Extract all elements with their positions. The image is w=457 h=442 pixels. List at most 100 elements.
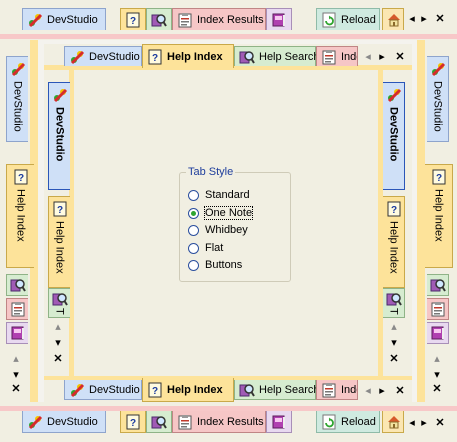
bottom-tab-home[interactable] [382, 411, 404, 433]
scroll-right-button[interactable]: ▸ [418, 12, 430, 25]
right-strip-accent [417, 40, 425, 402]
scroll-left-button[interactable]: ◂ [406, 12, 418, 25]
scroll-up-button[interactable]: ▴ [431, 352, 443, 365]
left-tab-results[interactable] [6, 298, 28, 320]
inner-tab-devstudio[interactable]: DevStudio [64, 46, 142, 66]
radio-button[interactable] [188, 259, 199, 271]
close-button[interactable]: ✕ [434, 12, 446, 25]
radio-one-note[interactable]: One Note [188, 205, 254, 221]
close-button[interactable]: ✕ [388, 352, 400, 365]
scroll-left-button[interactable]: ◂ [362, 384, 374, 397]
inner-bottom-tab-devstudio[interactable]: DevStudio [64, 380, 142, 400]
tab-label: DevStudio [89, 50, 140, 63]
top-tab-home[interactable] [382, 8, 404, 30]
magnifier-book-icon [10, 277, 26, 293]
scroll-up-button[interactable]: ▴ [388, 320, 400, 333]
tab-label: Help Index [14, 189, 27, 242]
scroll-left-button[interactable]: ◂ [406, 416, 418, 429]
scroll-right-button[interactable]: ▸ [376, 384, 388, 397]
scroll-down-button[interactable]: ▾ [388, 336, 400, 349]
radio-label: Buttons [205, 259, 243, 271]
top-tab-help[interactable] [120, 8, 146, 30]
outer-right-tab-strip: DevStudio Help Index ▴ ▾ ✕ [417, 40, 457, 402]
radio-button[interactable] [188, 189, 199, 201]
bottom-tab-reload[interactable]: Reload [316, 411, 380, 433]
bottom-tab-help[interactable] [120, 411, 146, 433]
inner-left-tab-help-index[interactable]: Help Index [48, 196, 70, 288]
tab-label: DevStudio [431, 81, 444, 132]
close-button[interactable]: ✕ [10, 382, 22, 395]
scroll-down-button[interactable]: ▾ [10, 368, 22, 381]
magnifier-book-icon [151, 12, 167, 28]
tab-style-group: Tab Style Standard One Note Whidbey Flat… [179, 166, 291, 282]
tab-label: Index Results [197, 415, 264, 428]
top-tab-book[interactable] [266, 8, 292, 30]
left-tab-book[interactable] [6, 322, 28, 344]
bottom-tab-book[interactable] [266, 411, 292, 433]
inner-right-tab-devstudio[interactable]: DevStudio [383, 82, 405, 190]
top-tab-devstudio[interactable]: DevStudio [22, 8, 106, 30]
top-tab-index-results[interactable]: Index Results [172, 8, 266, 30]
book-icon [271, 12, 287, 28]
inner-tab-help-search[interactable]: Help Search [234, 46, 320, 66]
tab-label: Index Results [197, 13, 264, 26]
close-button[interactable]: ✕ [394, 384, 406, 397]
scroll-down-button[interactable]: ▾ [52, 336, 64, 349]
right-tab-results[interactable] [427, 298, 449, 320]
tab-label: Help Search [259, 50, 320, 63]
scroll-right-button[interactable]: ▸ [376, 50, 388, 63]
top-tab-search[interactable] [146, 8, 172, 30]
clipboard-icon [321, 382, 337, 398]
top-tab-reload[interactable]: Reload [316, 8, 380, 30]
radio-flat[interactable]: Flat [188, 240, 223, 256]
inner-bottom-tab-help-search[interactable]: Help Search [234, 380, 320, 400]
question-mark-icon [386, 201, 402, 217]
scroll-right-button[interactable]: ▸ [418, 416, 430, 429]
close-button[interactable]: ✕ [52, 352, 64, 365]
inner-tab-help-index[interactable]: Help Index [142, 44, 234, 68]
radio-label: Whidbey [205, 224, 248, 236]
radio-standard[interactable]: Standard [188, 187, 250, 203]
left-tab-help-index[interactable]: Help Index [6, 164, 34, 268]
tab-label: Help Index [53, 221, 66, 274]
scroll-down-button[interactable]: ▾ [431, 368, 443, 381]
bottom-tab-devstudio[interactable]: DevStudio [22, 411, 106, 433]
inner-right-tab-help-index[interactable]: Help Index [383, 196, 405, 288]
scroll-up-button[interactable]: ▴ [52, 320, 64, 333]
right-tab-devstudio[interactable]: DevStudio [427, 56, 449, 142]
radio-label: Standard [205, 189, 250, 201]
left-tab-search[interactable] [6, 274, 28, 296]
inner-right-tab-search[interactable]: T [383, 288, 405, 318]
inner-bottom-tab-help-index[interactable]: Help Index [142, 378, 234, 402]
left-tab-devstudio[interactable]: DevStudio [6, 56, 28, 142]
inner-tab-index[interactable]: Inde [316, 46, 358, 66]
inner-left-tab-search[interactable]: T [48, 288, 70, 318]
inner-bottom-tab-index[interactable]: Inde [316, 380, 358, 400]
bottom-tab-search[interactable] [146, 411, 172, 433]
devstudio-icon [69, 49, 85, 65]
scroll-left-button[interactable]: ◂ [362, 50, 374, 63]
magnifier-book-icon [386, 291, 402, 307]
clipboard-icon [177, 414, 193, 430]
right-tab-help-index[interactable]: Help Index [425, 164, 453, 268]
scroll-up-button[interactable]: ▴ [10, 352, 22, 365]
tab-label: Help Index [387, 221, 400, 274]
close-button[interactable]: ✕ [394, 50, 406, 63]
bottom-tab-index-results[interactable]: Index Results [172, 411, 266, 433]
tab-label: DevStudio [387, 107, 400, 162]
radio-buttons[interactable]: Buttons [188, 257, 242, 273]
radio-button[interactable] [188, 224, 199, 236]
close-button[interactable]: ✕ [434, 416, 446, 429]
question-mark-icon [52, 201, 68, 217]
inner-top-tab-strip: DevStudio Help Index Help Search Inde ◂ … [44, 44, 412, 70]
radio-list: Standard One Note Whidbey Flat Buttons [188, 187, 288, 279]
radio-whidbey[interactable]: Whidbey [188, 222, 248, 238]
radio-button[interactable] [188, 207, 199, 219]
content-area: Tab Style Standard One Note Whidbey Flat… [74, 70, 378, 376]
top-tab-strip-underline [0, 34, 457, 39]
right-tab-book[interactable] [427, 322, 449, 344]
close-button[interactable]: ✕ [431, 382, 443, 395]
right-tab-search[interactable] [427, 274, 449, 296]
radio-button[interactable] [188, 242, 199, 254]
inner-left-tab-devstudio[interactable]: DevStudio [48, 82, 70, 190]
